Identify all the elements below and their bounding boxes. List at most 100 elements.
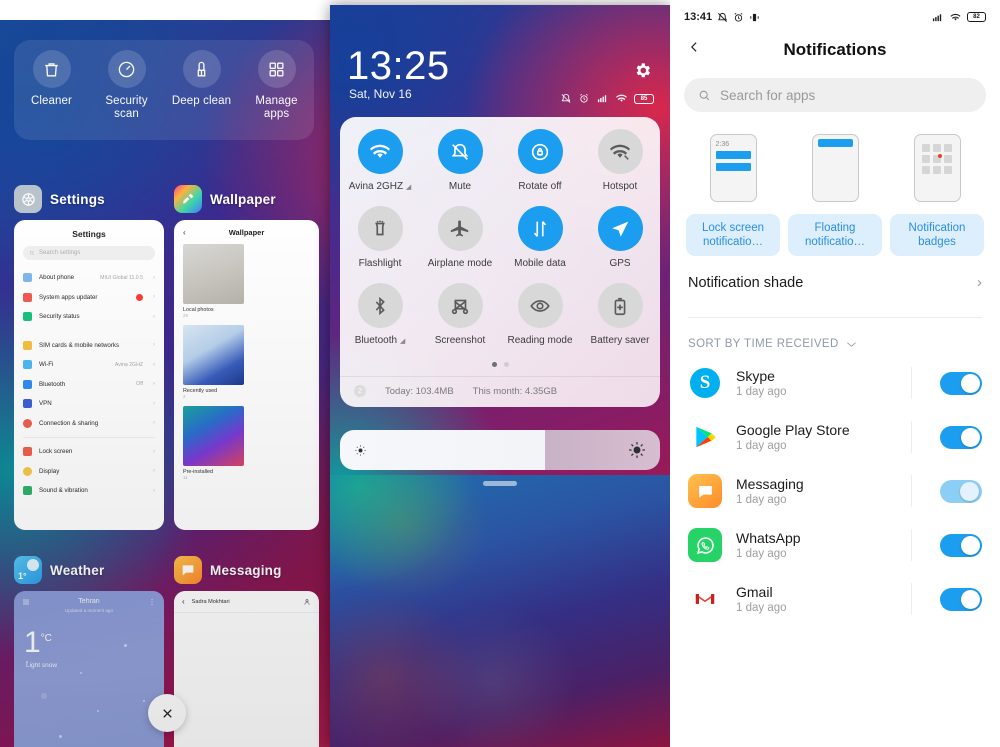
notification-toggle[interactable] [940, 371, 982, 395]
wallpaper-item[interactable]: Local photos 29 [183, 244, 244, 318]
battery-plus-icon [597, 283, 643, 328]
quick-action-cleaner[interactable]: Cleaner [17, 50, 87, 108]
settings-row-label: Bluetooth [39, 380, 66, 388]
tile-battery-saver[interactable]: Battery saver [580, 283, 660, 360]
settings-search-field[interactable]: Search settings [23, 246, 155, 260]
wallpaper-screen-title: Wallpaper [228, 228, 265, 237]
wifi-icon [616, 94, 627, 102]
list-item[interactable]: Gmail 1 day ago [670, 572, 1000, 626]
chevron-right-icon: › [153, 342, 155, 349]
whatsapp-icon [688, 528, 722, 562]
notification-shade-row[interactable]: Notification shade › [670, 256, 1000, 309]
tile-reading-mode[interactable]: Reading mode [500, 283, 580, 360]
preview-cards-row: 2:36 Lock screen notificatio… Floating n… [670, 112, 1000, 256]
wallpaper-item[interactable]: Recently used 2 [183, 325, 244, 399]
settings-row-label: VPN [39, 400, 52, 408]
settings-row[interactable]: Lock screen › [14, 442, 164, 462]
wallpaper-app-icon [174, 185, 202, 213]
trash-icon [32, 50, 71, 88]
tile-mobile-data[interactable]: Mobile data [500, 206, 580, 283]
quick-action-deep-clean[interactable]: Deep clean [167, 50, 237, 108]
tile-mute[interactable]: Mute [420, 129, 500, 206]
settings-row[interactable]: Sound & vibration › [14, 481, 164, 501]
list-item[interactable]: Messaging 1 day ago [670, 464, 1000, 518]
quick-action-label: Manage [255, 95, 298, 107]
page-dot-active[interactable] [491, 362, 497, 367]
brightness-slider[interactable] [340, 430, 660, 470]
data-usage-month: This month: 4.35GB [472, 385, 558, 397]
wifi-icon [950, 13, 961, 20]
preview-lock-screen[interactable]: 2:36 Lock screen notificatio… [686, 134, 780, 256]
notification-toggle[interactable] [940, 533, 982, 557]
quick-action-security-scan[interactable]: Security scan [92, 50, 162, 121]
tile-rotate-off[interactable]: Rotate off [500, 129, 580, 206]
settings-row[interactable]: Bluetooth Off › [14, 375, 164, 395]
update-badge [136, 293, 143, 301]
alarm-icon [734, 12, 743, 22]
page-dot[interactable] [503, 362, 509, 367]
weather-temperature: 1 [24, 626, 41, 659]
settings-row[interactable]: Connection & sharing › [14, 414, 164, 434]
notification-shade-label: Notification shade [688, 274, 804, 291]
grid-icon [257, 50, 296, 88]
settings-row[interactable]: Display › [14, 462, 164, 482]
quick-action-label-2: scan [114, 108, 139, 120]
wallpaper-grid: Local photos 29 Recently used 2 Pre-inst… [174, 244, 319, 480]
separator [911, 583, 912, 615]
preview-badges[interactable]: Notification badges [890, 134, 984, 256]
search-input[interactable]: Search for apps [684, 78, 986, 112]
data-usage-icon: 2 [354, 385, 366, 397]
settings-row[interactable]: System apps updater › [14, 288, 164, 308]
tile-gps[interactable]: GPS [580, 206, 660, 283]
settings-row[interactable]: About phone MIUI Global 11.0.5 › [14, 268, 164, 288]
app-name: Messaging [736, 476, 804, 492]
notification-badges-illustration [913, 134, 961, 202]
data-usage-bar[interactable]: 2 Today: 103.4MB This month: 4.35GB [340, 376, 660, 407]
quick-action-label: Cleaner [31, 95, 72, 107]
chevron-left-icon [690, 42, 697, 52]
tile-flashlight[interactable]: Flashlight [340, 206, 420, 283]
quick-action-manage-apps[interactable]: Manage apps [242, 50, 312, 121]
settings-row[interactable]: Security status › [14, 307, 164, 327]
recent-card-messaging[interactable]: Messaging ‹ Sadra Mokhtari [174, 556, 319, 747]
separator [911, 367, 912, 399]
settings-divider [23, 437, 155, 438]
sort-selector[interactable]: SORT BY TIME RECEIVED [670, 318, 1000, 356]
battery-level: 82 [973, 14, 980, 20]
speedometer-icon [107, 50, 146, 88]
wallpaper-item[interactable]: Pre-installed 11 [183, 406, 244, 480]
settings-row[interactable]: VPN › [14, 394, 164, 414]
tile-label: Airplane mode [427, 258, 493, 269]
recent-card-weather[interactable]: 1° Weather Tehran Updated a moment ago 1… [14, 556, 164, 747]
back-button[interactable] [688, 37, 701, 62]
tile-airplane-mode[interactable]: Airplane mode [420, 206, 500, 283]
shade-clock: 13:25 [347, 44, 450, 88]
wifi-icon [23, 360, 32, 370]
list-item[interactable]: WhatsApp 1 day ago [670, 518, 1000, 572]
app-name: WhatsApp [736, 530, 801, 546]
settings-row[interactable]: Wi-Fi Avina 2GHZ › [14, 355, 164, 375]
settings-row[interactable]: SIM cards & mobile networks › [14, 336, 164, 356]
settings-spacer [14, 327, 164, 336]
preview-label: Notification badges [890, 214, 984, 256]
close-all-button[interactable] [148, 694, 186, 732]
tile-hotspot[interactable]: Hotspot [580, 129, 660, 206]
notification-toggle[interactable] [940, 587, 982, 611]
notification-toggle[interactable] [940, 479, 982, 503]
back-icon[interactable]: ‹ [182, 597, 185, 606]
tile-label: Reading mode [507, 335, 573, 346]
lock-screen-icon [23, 447, 32, 457]
list-item[interactable]: Google Play Store 1 day ago [670, 410, 1000, 464]
notification-toggle[interactable] [940, 425, 982, 449]
settings-gear-button[interactable] [633, 61, 652, 85]
list-item[interactable]: S Skype 1 day ago [670, 356, 1000, 410]
messaging-icon [688, 474, 722, 508]
recent-card-settings[interactable]: Settings Settings Search settings About … [14, 185, 164, 530]
preview-floating[interactable]: Floating notificatio… [788, 134, 882, 256]
tile-screenshot[interactable]: Screenshot [420, 283, 500, 360]
tile-bluetooth[interactable]: Bluetooth ◢ [340, 283, 420, 360]
app-time: 1 day ago [736, 494, 787, 506]
drag-handle[interactable] [483, 481, 517, 486]
tile-wifi[interactable]: Avina 2GHZ ◢ [340, 129, 420, 206]
recent-card-wallpaper[interactable]: Wallpaper ‹ Wallpaper Local photos 29 Re… [174, 185, 319, 530]
